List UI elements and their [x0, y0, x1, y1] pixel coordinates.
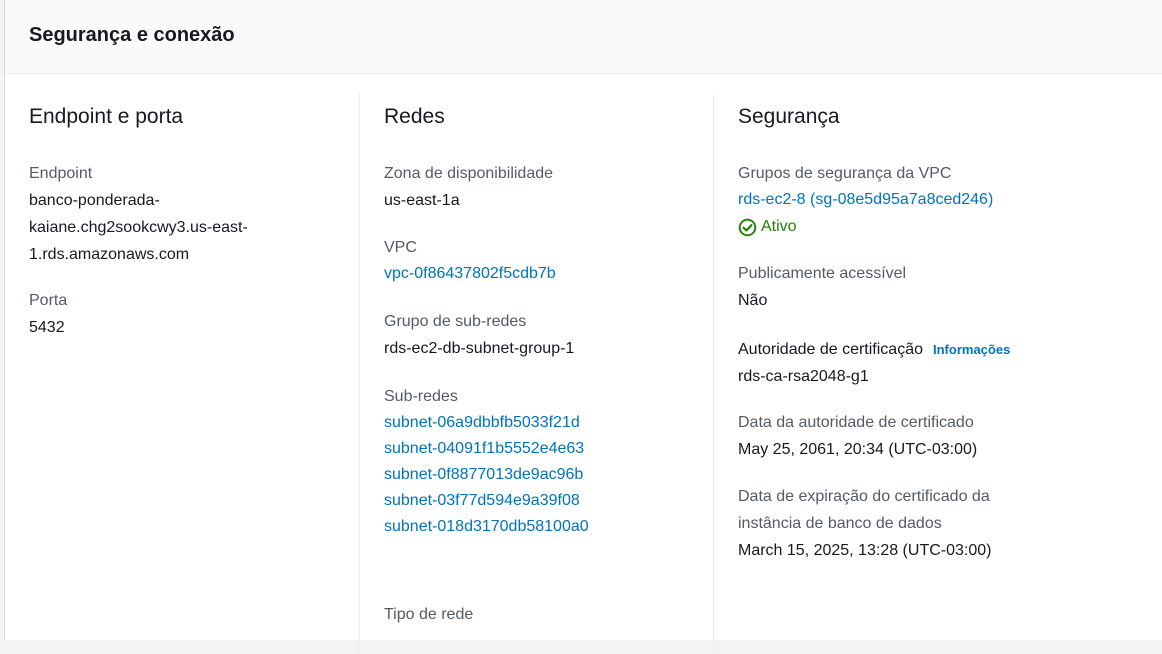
certificate-authority-field: Autoridade de certificação Informações rd…: [738, 336, 1010, 390]
network-type-field: Tipo de rede: [384, 601, 473, 628]
networks-title: Redes: [384, 105, 445, 128]
vpc-link[interactable]: vpc-0f86437802f5cdb7b: [384, 261, 556, 287]
check-circle-icon: [738, 218, 757, 237]
public-access-value: Não: [738, 292, 768, 309]
public-access-field: Publicamente acessível Não: [738, 260, 906, 314]
status-text: Ativo: [761, 218, 797, 235]
cert-expiry-field: Data de expiração do certificado da inst…: [738, 483, 991, 564]
ca-date-label: Data da autoridade de certificado: [738, 414, 974, 431]
status-badge: Ativo: [738, 213, 993, 241]
vpc-sg-label: Grupos de segurança da VPC: [738, 165, 952, 182]
security-connection-panel: Segurança e conexão Endpoint e porta End…: [4, 0, 1162, 654]
port-value: 5432: [29, 319, 65, 336]
subnet-link[interactable]: subnet-0f8877013de9ac96b: [384, 462, 589, 488]
port-label: Porta: [29, 292, 68, 309]
ca-date-value: May 25, 2061, 20:34 (UTC-03:00): [738, 441, 978, 458]
endpoint-port-column: Endpoint e porta Endpoint banco-ponderad…: [29, 94, 359, 654]
cert-expiry-label-line-2: instância de banco de dados: [738, 515, 942, 532]
vpc-field: VPC vpc-0f86437802f5cdb7b: [384, 234, 556, 287]
ca-label: Autoridade de certificação: [738, 341, 923, 358]
subnets-label: Sub-redes: [384, 388, 458, 405]
endpoint-value-line-3: 1.rds.amazonaws.com: [29, 246, 190, 263]
endpoint-label: Endpoint: [29, 165, 93, 182]
subnet-group-value: rds-ec2-db-subnet-group-1: [384, 340, 575, 357]
vpc-security-groups-field: Grupos de segurança da VPC rds-ec2-8 (sg…: [738, 160, 993, 241]
subnet-group-label: Grupo de sub-redes: [384, 313, 527, 330]
public-access-label: Publicamente acessível: [738, 265, 907, 282]
endpoint-value-line-2: kaiane.chg2sookcwy3.us-east-: [29, 219, 248, 236]
vpc-label: VPC: [384, 239, 417, 256]
az-field: Zona de disponibilidade us-east-1a: [384, 160, 553, 214]
ca-label-row: Autoridade de certificação Informações: [738, 336, 1010, 363]
cert-expiry-label-line-1: Data de expiração do certificado da: [738, 488, 990, 505]
endpoint-field: Endpoint banco-ponderada- kaiane.chg2soo…: [29, 160, 248, 268]
network-type-label: Tipo de rede: [384, 606, 474, 623]
az-label: Zona de disponibilidade: [384, 165, 554, 182]
vpc-sg-link[interactable]: rds-ec2-8 (sg-08e5d95a7a8ced246): [738, 187, 993, 213]
ca-date-field: Data da autoridade de certificado May 25…: [738, 409, 977, 463]
ca-value: rds-ca-rsa2048-g1: [738, 368, 869, 385]
security-title: Segurança: [738, 105, 840, 128]
endpoint-port-title: Endpoint e porta: [29, 105, 184, 128]
panel-header: Segurança e conexão: [5, 0, 1162, 74]
panel-title: Segurança e conexão: [29, 24, 235, 46]
networks-column: Redes Zona de disponibilidade us-east-1a…: [359, 94, 713, 654]
subnet-link[interactable]: subnet-06a9dbbfb5033f21d: [384, 410, 589, 436]
port-field: Porta 5432: [29, 287, 67, 341]
subnets-field: Sub-redes subnet-06a9dbbfb5033f21d subne…: [384, 383, 589, 540]
endpoint-value-line-1: banco-ponderada-: [29, 192, 160, 209]
subnet-link[interactable]: subnet-03f77d594e9a39f08: [384, 488, 589, 514]
subnet-group-field: Grupo de sub-redes rds-ec2-db-subnet-gro…: [384, 308, 574, 362]
subnet-link[interactable]: subnet-04091f1b5552e4e63: [384, 436, 589, 462]
cert-expiry-value: March 15, 2025, 13:28 (UTC-03:00): [738, 542, 992, 559]
security-column: Segurança Grupos de segurança da VPC rds…: [713, 94, 1143, 654]
subnet-link[interactable]: subnet-018d3170db58100a0: [384, 514, 589, 540]
ca-info-link[interactable]: Informações: [933, 342, 1010, 357]
az-value: us-east-1a: [384, 192, 460, 209]
